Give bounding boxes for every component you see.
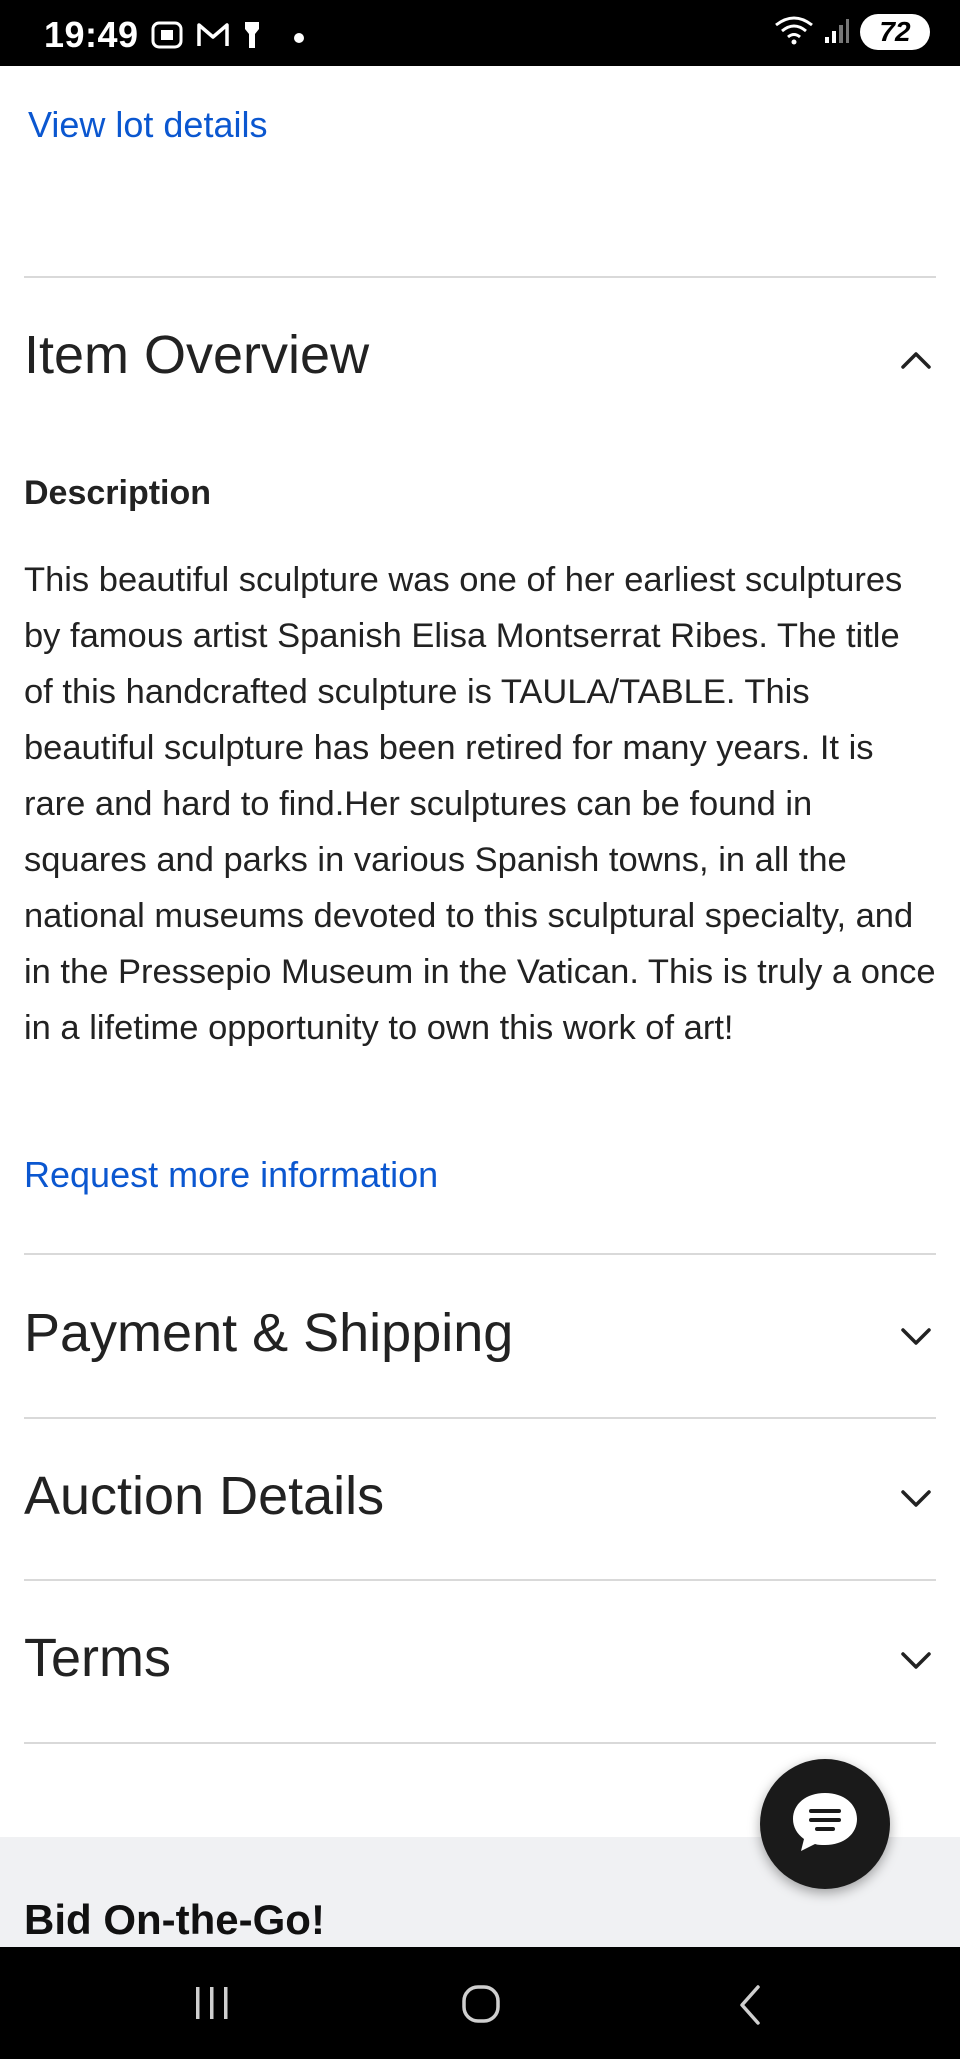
divider [24, 1579, 936, 1581]
divider [24, 1742, 936, 1744]
dot-icon [294, 32, 304, 43]
wifi-icon [774, 15, 814, 50]
flashlight-icon [242, 20, 262, 55]
chevron-up-icon[interactable] [898, 342, 934, 378]
navigation-bar [0, 1947, 960, 2059]
payment-shipping-title: Payment & Shipping [24, 1303, 514, 1363]
home-icon[interactable] [460, 1983, 504, 2032]
terms-title: Terms [24, 1628, 171, 1688]
status-time: 19:49 [44, 14, 139, 55]
chevron-down-icon[interactable] [898, 1480, 934, 1516]
gmail-icon [196, 21, 230, 54]
chevron-down-icon[interactable] [898, 1642, 934, 1678]
signal-icon [824, 15, 850, 50]
view-lot-details-link[interactable]: View lot details [28, 104, 267, 146]
item-overview-title: Item Overview [24, 325, 370, 385]
description-label: Description [24, 474, 212, 512]
status-bar: 19:49 72 [0, 0, 960, 66]
battery-icon: 72 [860, 14, 930, 50]
recent-apps-icon[interactable] [190, 1983, 234, 2028]
chat-icon [789, 1789, 861, 1860]
chat-button[interactable] [760, 1759, 890, 1889]
system-icons: 72 [774, 14, 930, 50]
request-more-info-link[interactable]: Request more information [24, 1154, 438, 1196]
chevron-down-icon[interactable] [898, 1318, 934, 1354]
description-text: This beautiful sculpture was one of her … [24, 561, 936, 1047]
divider [24, 1253, 936, 1255]
back-icon[interactable] [730, 1983, 770, 2032]
auction-details-title: Auction Details [24, 1466, 385, 1526]
divider [24, 1417, 936, 1419]
divider [24, 276, 936, 278]
promo-title: Bid On-the-Go! [24, 1896, 325, 1943]
screenshot-icon [150, 20, 184, 55]
notification-icons [150, 20, 304, 55]
